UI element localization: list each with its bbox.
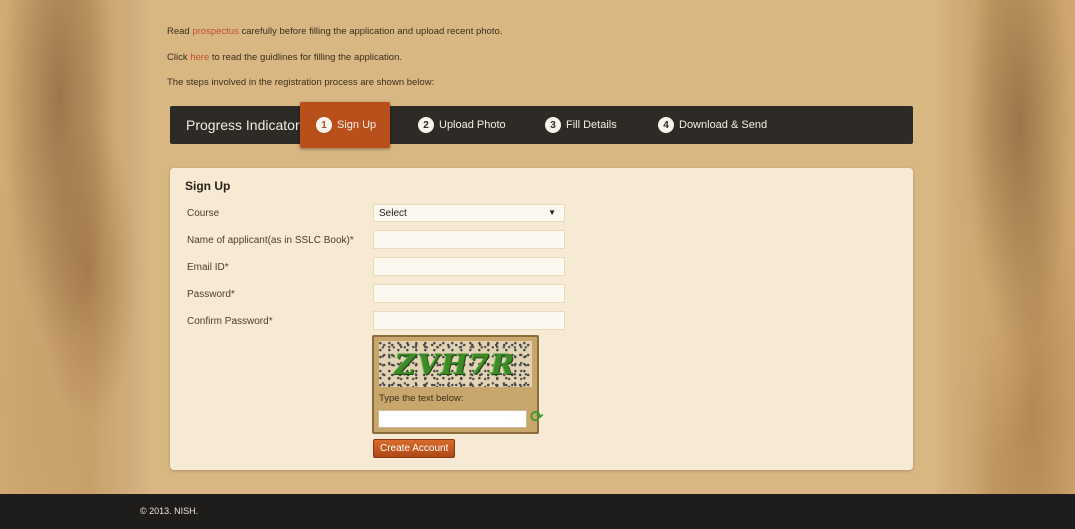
course-select[interactable]: Select ▼ [373, 204, 565, 222]
step-number: 1 [316, 117, 332, 133]
prospectus-link[interactable]: prospectus [192, 26, 238, 37]
dropdown-arrow-icon: ▼ [548, 208, 556, 217]
intro-line-guidelines: Click here to read the guidlines for fil… [167, 52, 402, 63]
footer: © 2013. NISH. [0, 494, 1075, 529]
intro-text-segment: Click [167, 52, 191, 63]
step-sign-up[interactable]: 1 Sign Up [300, 102, 391, 148]
step-number: 2 [418, 117, 434, 133]
create-account-button[interactable]: Create Account [373, 439, 456, 458]
intro-text-segment: to read the guidlines for filling the ap… [209, 52, 403, 63]
captcha-image: ZVH7R [379, 341, 532, 387]
step-number: 3 [545, 117, 561, 133]
email-input[interactable] [373, 257, 565, 276]
captcha-box: ZVH7R Type the text below: ⟳ [372, 335, 543, 434]
step-label: Upload Photo [439, 119, 506, 131]
step-label: Fill Details [566, 119, 617, 131]
confirm-password-input[interactable] [373, 311, 565, 330]
intro-text-segment: Read [167, 26, 193, 37]
password-label: Password* [187, 289, 235, 300]
right-photo-panel [937, 0, 1075, 494]
step-label: Download & Send [679, 119, 768, 131]
intro-line-prospectus: Read prospectus carefully before filling… [167, 26, 502, 37]
guidelines-link[interactable]: here [190, 52, 209, 63]
form-title: Sign Up [185, 179, 231, 193]
refresh-icon[interactable]: ⟳ [530, 409, 546, 427]
step-fill-details[interactable]: 3 Fill Details [545, 106, 617, 144]
intro-line-steps: The steps involved in the registration p… [167, 77, 435, 88]
email-label: Email ID* [187, 262, 229, 273]
sign-up-card: Sign Up Course Select ▼ Name of applican… [170, 168, 913, 470]
progress-indicator: Progress Indicator 1 Sign Up 2 Upload Ph… [170, 102, 913, 148]
captcha-prompt: Type the text below: [379, 393, 464, 404]
step-number: 4 [658, 117, 674, 133]
password-input[interactable] [373, 284, 565, 303]
intro-text-segment: carefully before filling the application… [238, 26, 503, 37]
captcha-input[interactable] [378, 410, 527, 428]
step-download-send[interactable]: 4 Download & Send [658, 106, 767, 144]
left-photo-panel [0, 0, 148, 494]
confirm-password-label: Confirm Password* [187, 316, 273, 327]
step-upload-photo[interactable]: 2 Upload Photo [418, 106, 506, 144]
course-selected-value: Select [379, 208, 407, 219]
progress-title: Progress Indicator [186, 117, 300, 133]
applicant-name-input[interactable] [373, 230, 565, 249]
course-label: Course [187, 208, 220, 219]
applicant-name-label: Name of applicant(as in SSLC Book)* [187, 235, 354, 246]
captcha-text: ZVH7R [394, 347, 517, 381]
copyright-text: © 2013. NISH. [140, 506, 199, 516]
step-label: Sign Up [337, 119, 377, 131]
